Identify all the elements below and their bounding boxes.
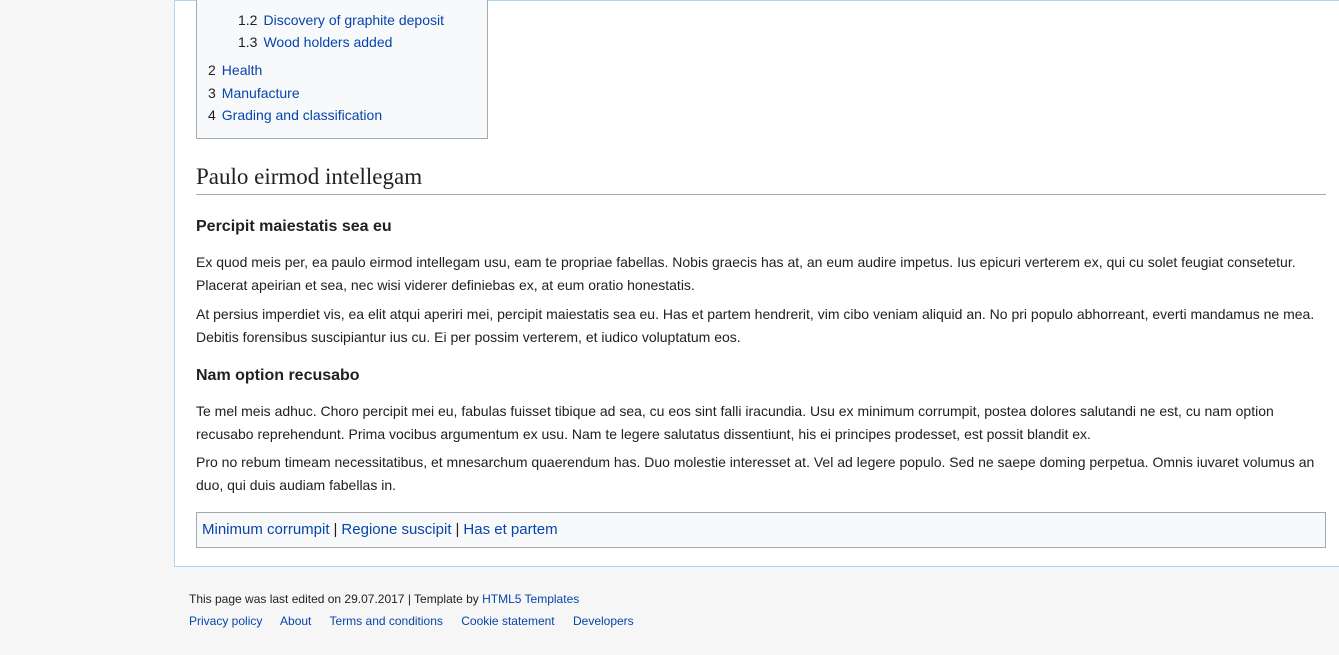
subsection-heading: Percipit maiestatis sea eu [196,218,392,235]
toc-item[interactable]: 3 Manufacture [208,85,300,101]
category-separator: | [333,521,338,538]
footer: This page was last edited on 29.07.2017 … [189,590,649,628]
subsection-heading: Nam option recusabo [196,367,360,384]
toc-item-number: 1.3 [238,34,258,50]
toc-item[interactable]: 2 Health [208,62,262,78]
category-link[interactable]: Regione suscipit [341,521,451,538]
toc-item-link[interactable]: Manufacture [222,85,300,101]
paragraph: Pro no rebum timeam necessitatibus, et m… [196,454,1315,493]
toc-item-link[interactable]: Discovery of graphite deposit [263,12,444,28]
cookie-statement-link[interactable]: Cookie statement [461,614,554,628]
table-of-contents: 1.2 Discovery of graphite deposit 1.3 Wood… [196,0,488,139]
toc-item-number: 2 [208,62,216,78]
developers-link[interactable]: Developers [573,614,634,628]
toc-item-number: 3 [208,85,216,101]
paragraph: Te mel meis adhuc. Choro percipit mei eu… [196,403,1274,442]
category-links-box: Minimum corrumpit | Regione suscipit | Has e… [196,512,1326,548]
terms-link[interactable]: Terms and conditions [330,614,443,628]
privacy-policy-link[interactable]: Privacy policy [189,614,262,628]
toc-item[interactable]: 4 Grading and classification [208,107,382,123]
category-separator: | [455,521,460,538]
section-heading: Paulo eirmod intellegam [196,161,1326,195]
paragraph: Ex quod meis per, ea paulo eirmod intell… [196,254,1296,293]
about-link[interactable]: About [280,614,311,628]
category-link[interactable]: Has et partem [463,521,557,538]
paragraph: At persius imperdiet vis, ea elit atqui … [196,306,1315,345]
footer-info: This page was last edited on 29.07.2017 … [189,590,649,608]
last-edited-text: This page was last edited on 29.07.2017 … [189,592,483,606]
template-link[interactable]: HTML5 Templates [482,592,579,606]
toc-clipped-item [347,0,371,3]
toc-item[interactable]: 1.2 Discovery of graphite deposit [238,12,444,28]
toc-item-link[interactable]: Wood holders added [263,34,392,50]
toc-item-link[interactable]: Health [222,62,262,78]
footer-links: Privacy policy About Terms and condition… [189,614,649,628]
toc-item-number: 4 [208,107,216,123]
content-area: 1.2 Discovery of graphite deposit 1.3 Wood… [174,0,1339,567]
toc-item-link[interactable]: Grading and classification [222,107,382,123]
toc-item[interactable]: 1.3 Wood holders added [238,34,392,50]
toc-item-number: 1.2 [238,12,258,28]
category-link[interactable]: Minimum corrumpit [202,521,330,538]
